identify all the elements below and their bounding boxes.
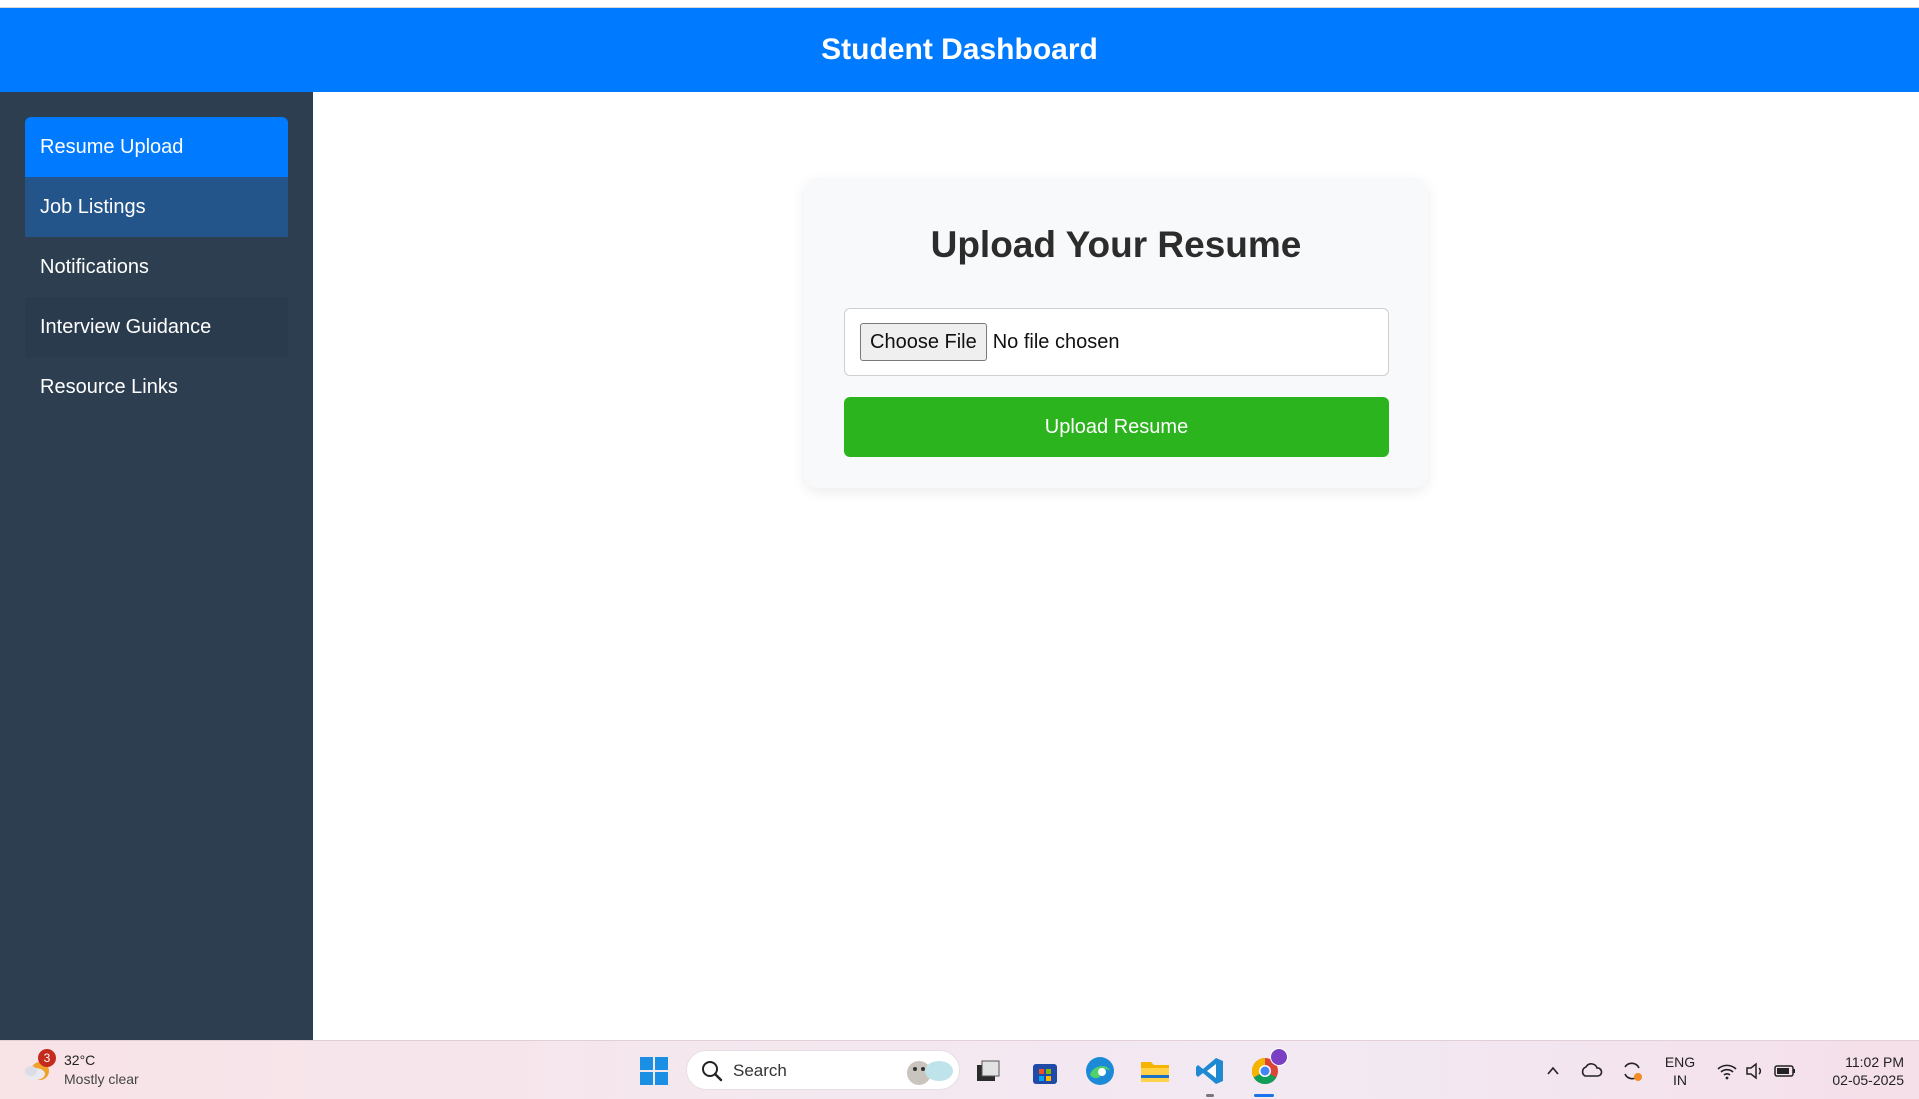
- sidebar-item-job-listings[interactable]: Job Listings: [25, 177, 288, 237]
- resume-file-input[interactable]: Choose File No file chosen: [844, 308, 1389, 376]
- chevron-up-icon: [1547, 1066, 1559, 1075]
- sidebar-item-notifications[interactable]: Notifications: [25, 237, 288, 297]
- battery-charging-icon: [1774, 1065, 1795, 1077]
- weather-alert-badge: 3: [38, 1049, 56, 1067]
- chrome-browser-icon[interactable]: [1248, 1048, 1288, 1088]
- chrome-profile-badge-icon: [1270, 1048, 1288, 1066]
- sidebar-item-resource-links[interactable]: Resource Links: [25, 357, 288, 417]
- weather-description: Mostly clear: [64, 1071, 139, 1087]
- search-icon: [702, 1061, 723, 1082]
- refresh-icon: [1624, 1062, 1642, 1081]
- sidebar-item-label: Job Listings: [40, 195, 146, 218]
- vscode-icon[interactable]: [1193, 1054, 1227, 1088]
- cloud-icon: [1581, 1063, 1603, 1077]
- onedrive-sync-icon[interactable]: [1575, 1054, 1609, 1088]
- sidebar-item-label: Resource Links: [40, 375, 178, 398]
- volume-icon[interactable]: [1738, 1054, 1772, 1088]
- page-header: Student Dashboard: [0, 8, 1919, 92]
- clock[interactable]: 11:02 PM 02-05-2025: [1812, 1053, 1904, 1089]
- taskbar: 3 32°C Mostly clear Search ENG IN 11:02 …: [0, 1040, 1919, 1099]
- task-view-icon[interactable]: [971, 1054, 1005, 1088]
- taskbar-search-box[interactable]: Search: [686, 1050, 960, 1090]
- wifi-signal-icon: [1717, 1064, 1737, 1080]
- speaker-icon: [1746, 1062, 1762, 1080]
- language-code: ENG: [1664, 1054, 1696, 1070]
- file-explorer-icon[interactable]: [1138, 1054, 1172, 1088]
- main-content: Upload Your Resume Choose File No file c…: [313, 92, 1919, 1040]
- sidebar-item-label: Interview Guidance: [40, 315, 212, 338]
- windows-logo-icon: [640, 1057, 668, 1085]
- vscode-running-indicator: [1206, 1094, 1214, 1097]
- task-view-glyph-icon: [977, 1060, 1000, 1081]
- sidebar-item-label: Notifications: [40, 255, 149, 278]
- clock-time: 11:02 PM: [1845, 1054, 1904, 1070]
- edge-logo-icon: [1086, 1057, 1114, 1085]
- battery-icon[interactable]: [1768, 1054, 1802, 1088]
- sidebar: Resume Upload Job Listings Notifications…: [0, 92, 313, 1040]
- sidebar-item-label: Resume Upload: [40, 135, 184, 158]
- page-title: Student Dashboard: [821, 33, 1098, 66]
- upload-resume-button[interactable]: Upload Resume: [844, 397, 1389, 457]
- sidebar-item-interview-guidance[interactable]: Interview Guidance: [25, 297, 288, 357]
- clock-date: 02-05-2025: [1832, 1072, 1904, 1088]
- file-status-text: No file chosen: [992, 330, 1120, 353]
- taskbar-search-label: Search: [733, 1061, 787, 1080]
- window-top-edge: [0, 0, 1919, 8]
- weather-widget[interactable]: 3 32°C Mostly clear: [22, 1049, 182, 1093]
- vscode-logo-icon: [1196, 1058, 1223, 1084]
- microsoft-store-icon[interactable]: [1028, 1054, 1062, 1088]
- start-windows-icon[interactable]: [637, 1054, 671, 1088]
- show-hidden-icons-chevron-icon[interactable]: [1536, 1054, 1570, 1088]
- weather-temperature: 32°C: [64, 1052, 96, 1068]
- folder-icon: [1141, 1062, 1169, 1082]
- card-title: Upload Your Resume: [930, 224, 1302, 265]
- language-indicator[interactable]: ENG IN: [1660, 1053, 1700, 1089]
- resume-upload-card: Upload Your Resume Choose File No file c…: [804, 178, 1428, 488]
- chrome-active-indicator: [1254, 1094, 1274, 1097]
- update-sync-icon[interactable]: [1615, 1054, 1649, 1088]
- store-bag-icon: [1033, 1064, 1057, 1084]
- edge-browser-icon[interactable]: [1083, 1054, 1117, 1088]
- language-region: IN: [1673, 1072, 1687, 1088]
- search-highlight-owl-icon: [907, 1061, 953, 1085]
- choose-file-button[interactable]: Choose File: [860, 323, 987, 361]
- sidebar-item-resume-upload[interactable]: Resume Upload: [25, 117, 288, 177]
